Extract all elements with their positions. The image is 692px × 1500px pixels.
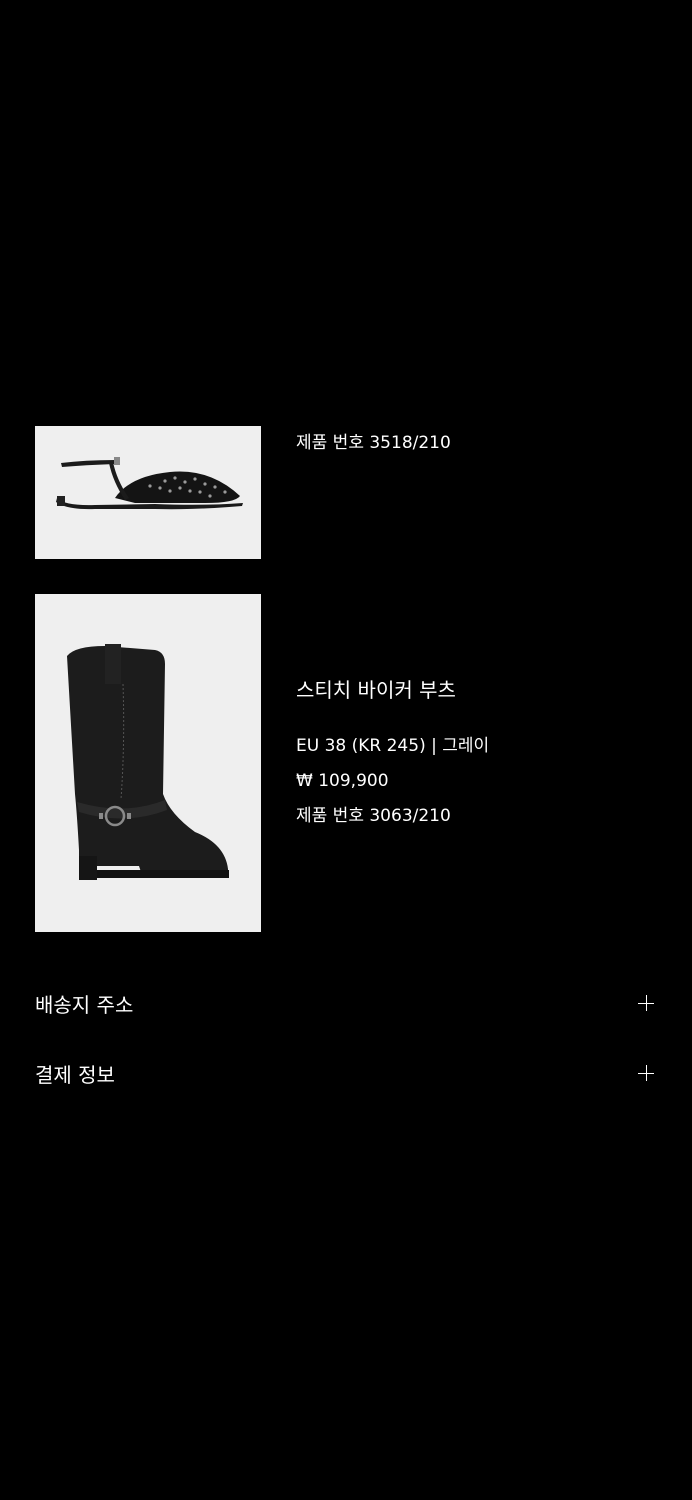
plus-icon[interactable] bbox=[638, 995, 654, 1011]
item-2-info: 스티치 바이커 부츠 EU 38 (KR 245) | 그레이 ₩ 109,90… bbox=[296, 676, 672, 828]
slingback-flat-shoe-image bbox=[35, 426, 261, 559]
payment-info-accordion[interactable]: 결제 정보 bbox=[35, 1051, 654, 1095]
shipping-address-accordion[interactable]: 배송지 주소 bbox=[35, 981, 654, 1025]
payment-info-label: 결제 정보 bbox=[35, 1062, 115, 1087]
biker-boot-image bbox=[35, 594, 261, 932]
product-image-boot[interactable] bbox=[35, 594, 261, 932]
plus-icon[interactable] bbox=[638, 1065, 654, 1081]
product-name[interactable]: 스티치 바이커 부츠 bbox=[296, 676, 672, 704]
product-number: 제품 번호 3063/210 bbox=[296, 806, 451, 826]
product-image-shoe[interactable] bbox=[35, 426, 261, 559]
product-number: 제품 번호 3518/210 bbox=[296, 433, 451, 453]
product-price: ₩ 109,900 bbox=[296, 771, 389, 791]
item-1-info: 제품 번호 3518/210 bbox=[296, 431, 672, 455]
product-variant: EU 38 (KR 245) | 그레이 bbox=[296, 736, 490, 756]
shipping-address-label: 배송지 주소 bbox=[35, 992, 134, 1017]
